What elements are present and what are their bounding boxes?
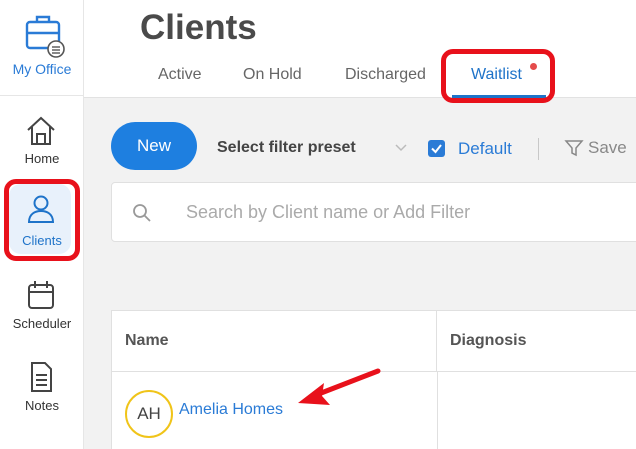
home-icon	[27, 116, 55, 145]
sidebar-item-label: Scheduler	[12, 316, 72, 331]
annotation-arrow-icon	[298, 368, 381, 405]
highlight-box-clients	[4, 179, 80, 261]
filter-preset-select[interactable]: Select filter preset	[217, 139, 356, 157]
checkmark-icon	[431, 144, 442, 154]
app-window: My Office Home Clients Scheduler Notes C…	[0, 0, 636, 449]
highlight-box-waitlist	[441, 49, 555, 103]
my-office-link[interactable]: My Office	[0, 0, 84, 96]
sidebar-item-scheduler[interactable]: Scheduler	[0, 270, 84, 350]
tab-on-hold[interactable]: On Hold	[243, 66, 302, 84]
sidebar-item-home[interactable]: Home	[0, 106, 84, 186]
default-checkbox[interactable]	[428, 140, 445, 157]
tab-active[interactable]: Active	[158, 66, 202, 84]
save-filter-button[interactable]: Save	[588, 138, 627, 158]
new-client-button[interactable]: New	[111, 122, 197, 170]
avatar: AH	[125, 390, 173, 438]
brand-label: My Office	[12, 61, 72, 77]
briefcase-icon	[25, 15, 65, 58]
client-name-link[interactable]: Amelia Homes	[179, 401, 283, 419]
column-header-name[interactable]: Name	[112, 311, 437, 371]
column-divider	[437, 371, 438, 449]
sidebar-item-notes[interactable]: Notes	[0, 354, 84, 434]
default-label[interactable]: Default	[458, 139, 512, 159]
search-bar[interactable]	[111, 182, 636, 242]
chevron-down-icon[interactable]	[394, 140, 408, 154]
toolbar-divider	[538, 138, 539, 160]
column-header-diagnosis[interactable]: Diagnosis	[437, 311, 636, 371]
tab-discharged[interactable]: Discharged	[345, 66, 426, 84]
filter-funnel-icon[interactable]	[564, 138, 584, 158]
sidebar-item-label: Notes	[25, 398, 59, 413]
search-icon	[133, 204, 151, 222]
search-input[interactable]	[186, 197, 626, 227]
document-icon	[31, 362, 52, 392]
sidebar-item-label: Home	[24, 151, 60, 166]
calendar-icon	[28, 281, 54, 309]
page-title: Clients	[140, 8, 257, 47]
